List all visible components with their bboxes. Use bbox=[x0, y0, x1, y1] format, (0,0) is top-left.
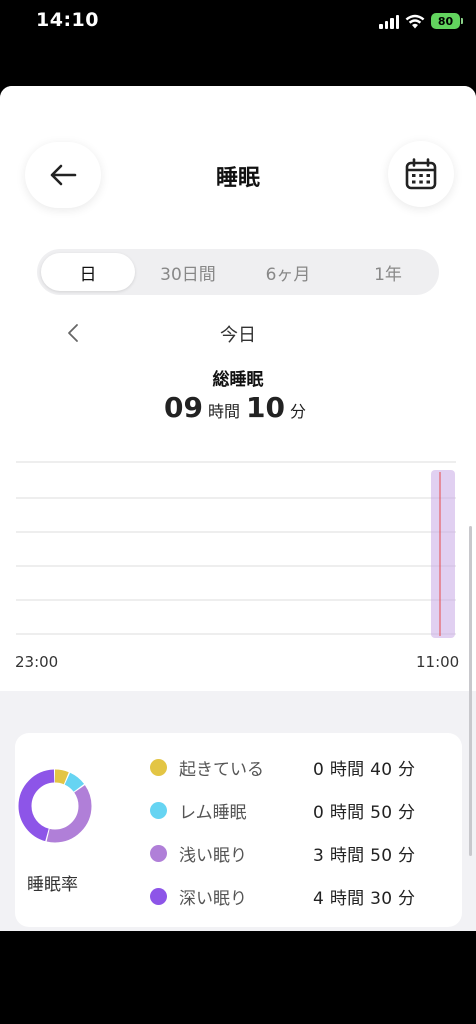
tab-30-days[interactable]: 30日間 bbox=[141, 253, 235, 291]
total-hours: 09 bbox=[164, 391, 203, 424]
status-bar: 14:10 80 bbox=[0, 0, 476, 44]
sleep-stage-chart bbox=[0, 215, 476, 660]
date-label: 今日 bbox=[220, 325, 256, 346]
legend-row-awake: 起きている 0 時間 40 分 bbox=[150, 754, 440, 780]
cellular-signal-icon bbox=[379, 13, 399, 29]
total-minutes-unit: 分 bbox=[289, 402, 306, 421]
status-time: 14:10 bbox=[36, 9, 99, 31]
tab-1-year[interactable]: 1年 bbox=[341, 253, 435, 291]
total-minutes: 10 bbox=[246, 391, 285, 424]
calendar-icon bbox=[405, 158, 437, 190]
deep-sleep-dot bbox=[150, 887, 167, 905]
sleep-ratio-donut bbox=[18, 769, 92, 843]
total-sleep-value: 09 時間 10 分 bbox=[0, 391, 476, 424]
total-hours-unit: 時間 bbox=[207, 402, 240, 421]
legend-value: 3 時間 50 分 bbox=[313, 845, 416, 866]
legend-label: 起きている bbox=[179, 759, 264, 780]
status-icons: 80 bbox=[379, 11, 463, 31]
total-sleep-label: 総睡眠 bbox=[212, 370, 264, 390]
wifi-icon bbox=[405, 14, 425, 28]
x-axis-end-label: 11:00 bbox=[416, 653, 460, 671]
legend-value: 4 時間 30 分 bbox=[313, 888, 416, 909]
legend-label: 浅い眠り bbox=[179, 845, 247, 866]
legend-row-rem: レム睡眠 0 時間 50 分 bbox=[150, 797, 440, 823]
legend-row-deep: 深い眠り 4 時間 30 分 bbox=[150, 883, 440, 909]
legend-label: 深い眠り bbox=[179, 888, 247, 909]
legend-row-light: 浅い眠り 3 時間 50 分 bbox=[150, 840, 440, 866]
legend-value: 0 時間 40 分 bbox=[313, 759, 416, 780]
light-sleep-dot bbox=[150, 844, 167, 862]
sleep-ratio-label: 睡眠率 bbox=[27, 875, 78, 895]
x-axis-start-label: 23:00 bbox=[15, 653, 59, 671]
legend-label: レム睡眠 bbox=[179, 802, 247, 823]
rem-dot bbox=[150, 801, 167, 819]
calendar-button[interactable] bbox=[388, 141, 454, 207]
awake-dot bbox=[150, 758, 167, 776]
scrollbar[interactable] bbox=[469, 526, 472, 856]
period-tabs: 日 30日間 6ヶ月 1年 bbox=[37, 249, 439, 295]
tab-day[interactable]: 日 bbox=[41, 253, 135, 291]
sleep-stage-chart-svg bbox=[16, 215, 456, 638]
legend-value: 0 時間 50 分 bbox=[313, 802, 416, 823]
current-time-highlight bbox=[431, 470, 455, 638]
sleep-screen: 睡眠 日 30日間 6ヶ月 1年 今日 総睡眠 09 時間 10 分 23:00 11… bbox=[0, 86, 476, 931]
battery-icon: 80 bbox=[431, 13, 463, 29]
battery-level: 80 bbox=[437, 14, 454, 28]
tab-6-months[interactable]: 6ヶ月 bbox=[241, 253, 335, 291]
